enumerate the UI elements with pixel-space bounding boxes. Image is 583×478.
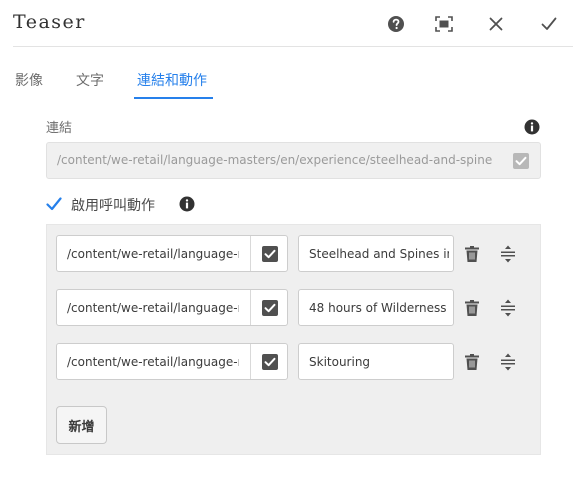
cta-link-checkbox[interactable] <box>250 290 288 325</box>
fullscreen-button[interactable] <box>433 13 455 35</box>
active-tab-indicator <box>134 97 213 99</box>
header-divider <box>13 46 573 47</box>
cta-item: /content/we-retail/language-masters/en/e… <box>56 289 536 326</box>
delete-button[interactable] <box>463 245 481 263</box>
cta-link-field[interactable]: /content/we-retail/language-masters/en/e… <box>56 343 288 380</box>
cta-multifield: /content/we-retail/language-masters/en/e… <box>46 224 541 455</box>
cta-item: /content/we-retail/language-masters/en/e… <box>56 235 536 272</box>
checkbox-checked-icon <box>261 245 278 262</box>
delete-button[interactable] <box>463 299 481 317</box>
cta-label: 啟用呼叫動作 <box>71 198 155 214</box>
link-value: /content/we-retail/language-masters/en/e… <box>57 153 492 167</box>
tab-text[interactable]: 文字 <box>76 70 104 90</box>
cta-text-field[interactable]: Skitouring <box>298 343 454 380</box>
cta-link-value: /content/we-retail/language-masters/en/e… <box>67 247 239 261</box>
cta-item: /content/we-retail/language-masters/en/e… <box>56 343 536 380</box>
cta-text-field[interactable]: 48 hours of Wilderness <box>298 289 454 326</box>
tab-image[interactable]: 影像 <box>15 70 43 90</box>
cta-text-value: Skitouring <box>309 355 371 369</box>
close-button[interactable] <box>485 13 507 35</box>
cta-link-value: /content/we-retail/language-masters/en/e… <box>67 355 239 369</box>
dialog-header: Teaser <box>0 0 583 48</box>
cta-link-field[interactable]: /content/we-retail/language-masters/en/e… <box>56 289 288 326</box>
delete-button[interactable] <box>463 353 481 371</box>
trash-icon <box>465 300 479 316</box>
reorder-handle[interactable] <box>499 299 517 317</box>
help-icon <box>388 16 404 32</box>
cta-checkbox[interactable] <box>46 196 62 212</box>
checkmark-icon <box>541 17 557 30</box>
info-icon[interactable] <box>179 196 195 212</box>
cta-link-checkbox[interactable] <box>250 236 288 271</box>
add-button[interactable]: 新增 <box>56 406 107 444</box>
cta-link-checkbox[interactable] <box>250 344 288 379</box>
drag-handle-icon <box>501 245 515 263</box>
dialog-title: Teaser <box>13 11 86 33</box>
tab-link-and-actions[interactable]: 連結和動作 <box>137 70 207 90</box>
fullscreen-icon <box>435 16 453 32</box>
trash-icon <box>465 246 479 262</box>
tab-list: 影像 文字 連結和動作 <box>0 64 583 100</box>
link-field[interactable]: /content/we-retail/language-masters/en/e… <box>46 142 541 179</box>
cta-link-field[interactable]: /content/we-retail/language-masters/en/e… <box>56 235 288 272</box>
drag-handle-icon <box>501 353 515 371</box>
cta-text-value: 48 hours of Wilderness <box>309 301 447 315</box>
drag-handle-icon <box>501 299 515 317</box>
cta-text-value: Steelhead and Spines in Alaska <box>309 247 449 261</box>
trash-icon <box>465 354 479 370</box>
checkbox-checked-icon <box>261 353 278 370</box>
help-button[interactable] <box>385 13 407 35</box>
cta-text-field[interactable]: Steelhead and Spines in Alaska <box>298 235 454 272</box>
done-button[interactable] <box>538 13 560 35</box>
info-icon[interactable] <box>524 119 540 135</box>
close-icon <box>489 17 503 31</box>
reorder-handle[interactable] <box>499 353 517 371</box>
reorder-handle[interactable] <box>499 245 517 263</box>
link-label: 連結 <box>46 121 73 136</box>
cta-link-value: /content/we-retail/language-masters/en/e… <box>67 301 239 315</box>
link-checkbox-icon <box>513 153 529 169</box>
checkbox-checked-icon <box>261 299 278 316</box>
